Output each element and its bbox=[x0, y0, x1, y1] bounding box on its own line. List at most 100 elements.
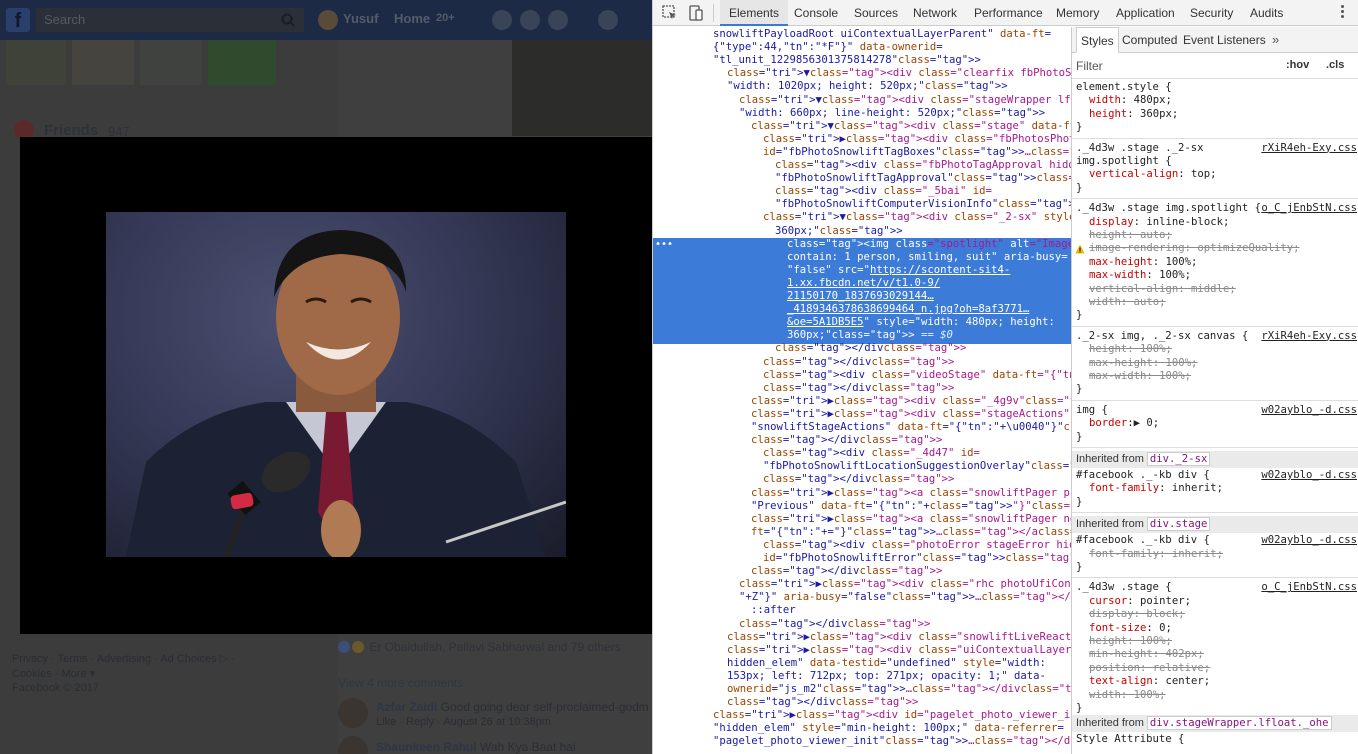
dom-node-line[interactable]: class="tri">▼class="tag"><div class="_2-… bbox=[653, 211, 1071, 224]
dom-node-line[interactable]: class="tag"></divclass="tag">> bbox=[653, 382, 1071, 395]
tab-elements[interactable]: Elements bbox=[720, 0, 789, 26]
css-property[interactable]: height: 100%; bbox=[1072, 635, 1358, 648]
dom-node-line[interactable]: class="tri">▶class="tag"><div class="fbP… bbox=[653, 133, 1071, 146]
view-more-comments-link[interactable]: View 4 more comments bbox=[338, 676, 463, 690]
dom-node-selected[interactable]: contain: 1 person, smiling, suit" aria-b… bbox=[653, 251, 1071, 264]
css-selector[interactable]: element.style { bbox=[1072, 81, 1358, 94]
messages-icon[interactable] bbox=[520, 10, 540, 30]
footer-links[interactable]: Cookies · More ▾ bbox=[12, 667, 95, 680]
css-property[interactable]: height: 360px; bbox=[1072, 108, 1358, 121]
user-name-link[interactable]: Yusuf bbox=[343, 11, 378, 26]
dom-node-selected[interactable]: class="tag"><img class="spotlight" alt="… bbox=[653, 238, 1071, 251]
dom-node-line[interactable]: class="tag"></divclass="tag">> bbox=[653, 473, 1071, 486]
stylesheet-source-link[interactable]: w02ayblo_-d.css bbox=[1261, 469, 1357, 481]
css-property[interactable]: height: 100%; bbox=[1072, 343, 1358, 356]
dom-node-line[interactable]: class="tri">▼class="tag"><div class="cle… bbox=[653, 67, 1071, 80]
dom-node-selected[interactable]: 1.xx.fbcdn.net/v/t1.0-9/ bbox=[653, 277, 1071, 290]
help-icon[interactable] bbox=[598, 10, 618, 30]
dom-node-line[interactable]: "hidden_elem" style="min-height: 100px;"… bbox=[653, 722, 1071, 735]
dom-node-line[interactable]: {"type":44,"tn":"*F"}" data-ownerid= bbox=[653, 41, 1071, 54]
dom-node-line[interactable]: class="tri">▶class="tag"><div class="uiC… bbox=[653, 644, 1071, 657]
dom-node-selected[interactable]: _4189346378638699464_n.jpg?oh=8af3771… bbox=[653, 303, 1071, 316]
home-link[interactable]: Home bbox=[394, 11, 430, 26]
photo-thumbnail[interactable] bbox=[140, 40, 202, 85]
dom-node-line[interactable]: class="tri">▶class="tag"><a class="snowl… bbox=[653, 487, 1071, 500]
more-options-icon[interactable] bbox=[1341, 5, 1345, 21]
dom-node-line[interactable]: "Previous" data-ft="{"tn":"+class="tag">… bbox=[653, 500, 1071, 513]
comment-author[interactable]: Azfar Zaidi bbox=[376, 700, 437, 714]
dom-node-line[interactable]: "tl_unit_1229856301375814278"class="tag"… bbox=[653, 54, 1071, 67]
hover-state-toggle[interactable]: :hov bbox=[1286, 59, 1309, 71]
css-property[interactable]: text-align: center; bbox=[1072, 675, 1358, 688]
stylesheet-source-link[interactable]: o_C_jEnbStN.css bbox=[1261, 581, 1357, 593]
dom-node-line[interactable]: ownerid="js_m2"class="tag">>…class="tag"… bbox=[653, 683, 1071, 696]
comment-actions[interactable]: Like · Reply · August 26 at 10:38pm bbox=[376, 716, 551, 728]
dom-node-line[interactable]: class="tri">▶class="tag"><div class="rhc… bbox=[653, 578, 1071, 591]
class-toggle[interactable]: .cls bbox=[1326, 59, 1344, 71]
dom-node-selected[interactable]: 21150170_1837693029144… bbox=[653, 290, 1071, 303]
css-property[interactable]: max-width: 100%; bbox=[1072, 269, 1358, 282]
friend-requests-icon[interactable] bbox=[492, 10, 512, 30]
dom-node-line[interactable]: 360px;"class="tag">> bbox=[653, 225, 1071, 238]
inherited-selector-link[interactable]: div.stageWrapper.lfloat._ohe bbox=[1146, 716, 1332, 731]
photo-thumbnail[interactable] bbox=[72, 40, 134, 85]
stylesheet-source-link[interactable]: o_C_jEnbStN.css bbox=[1261, 202, 1357, 214]
notifications-icon[interactable] bbox=[548, 10, 568, 30]
tab-network[interactable]: Network bbox=[913, 0, 957, 26]
css-property[interactable]: width: 480px; bbox=[1072, 94, 1358, 107]
dom-tree[interactable]: ••• snowliftPayloadRoot uiContextualLayer… bbox=[653, 27, 1071, 754]
css-property[interactable]: border:▶ 0; bbox=[1072, 417, 1358, 430]
css-property[interactable]: max-height: 100%; bbox=[1072, 256, 1358, 269]
css-property[interactable]: width: auto; bbox=[1072, 296, 1358, 309]
search-input[interactable]: Search bbox=[36, 8, 304, 32]
css-property[interactable]: position: relative; bbox=[1072, 662, 1358, 675]
photo-thumbnail[interactable] bbox=[6, 40, 66, 85]
stylesheet-source-link[interactable]: rXiR4eh-Exy.css bbox=[1261, 330, 1357, 342]
dom-node-selected[interactable]: &oe=5A1DB5E5" style="width: 480px; heigh… bbox=[653, 316, 1071, 329]
dom-node-line[interactable]: class="tag"></divclass="tag">> bbox=[653, 565, 1071, 578]
search-icon[interactable] bbox=[280, 12, 296, 28]
tab-event-listeners[interactable]: Event Listeners bbox=[1183, 27, 1266, 53]
dom-node-line[interactable]: "pagelet_photo_viewer_init"class="tag">>… bbox=[653, 735, 1071, 748]
css-property[interactable]: height: auto; bbox=[1072, 229, 1358, 242]
dom-node-line[interactable]: class="tri">▶class="tag"><div class="_4g… bbox=[653, 395, 1071, 408]
stylesheet-source-link[interactable]: rXiR4eh-Exy.css bbox=[1261, 142, 1357, 154]
dom-node-line[interactable]: snowliftPayloadRoot uiContextualLayerPar… bbox=[653, 28, 1071, 41]
css-property[interactable]: width: 100%; bbox=[1072, 689, 1358, 702]
dom-node-line[interactable]: class="tag"><div class="_5bai" id= bbox=[653, 185, 1071, 198]
commenter-avatar[interactable] bbox=[338, 698, 368, 728]
dom-node-line[interactable]: class="tri">▶class="tag"><a class="snowl… bbox=[653, 513, 1071, 526]
dom-node-line[interactable]: class="tag"><div class="photoError stage… bbox=[653, 539, 1071, 552]
dom-node-line[interactable]: class="tag"></divclass="tag">> bbox=[653, 696, 1071, 709]
dom-node-line[interactable]: class="tri">▼class="tag"><div class="sta… bbox=[653, 120, 1071, 133]
dom-node-line[interactable]: hidden_elem" data-testid="undefined" sty… bbox=[653, 657, 1071, 670]
inherited-selector-link[interactable]: div.stage bbox=[1146, 517, 1211, 532]
css-property[interactable]: font-family: inherit; bbox=[1072, 482, 1358, 495]
dom-node-line[interactable]: ft="{"tn":"+="}"class="tag">>…class="tag… bbox=[653, 526, 1071, 539]
styles-filter-input[interactable]: Filter bbox=[1076, 59, 1103, 73]
tab-application[interactable]: Application bbox=[1116, 0, 1175, 26]
dom-node-line[interactable]: "width: 660px; line-height: 520px;"class… bbox=[653, 107, 1071, 120]
photo-thumbnail[interactable] bbox=[208, 40, 276, 85]
dom-node-line[interactable]: "snowliftStageActions" data-ft="{"tn":"+… bbox=[653, 421, 1071, 434]
tab-security[interactable]: Security bbox=[1190, 0, 1233, 26]
device-toolbar-icon[interactable] bbox=[687, 4, 705, 22]
stylesheet-source-link[interactable]: w02ayblo_-d.css bbox=[1261, 404, 1357, 416]
dom-node-selected[interactable]: "false" src="https://scontent-sit4- bbox=[653, 264, 1071, 277]
css-property[interactable]: image-rendering: optimizeQuality; bbox=[1072, 242, 1358, 255]
dom-node-line[interactable]: "fbPhotoSnowliftTagApproval"class="tag">… bbox=[653, 172, 1071, 185]
css-property[interactable]: vertical-align: middle; bbox=[1072, 283, 1358, 296]
dom-node-line[interactable]: class="tag"><div class="fbPhotoTagApprov… bbox=[653, 159, 1071, 172]
footer-links[interactable]: Privacy · Terms · Advertising · Ad Choic… bbox=[12, 652, 235, 665]
inspect-element-icon[interactable] bbox=[661, 4, 679, 22]
css-property[interactable]: font-size: 0; bbox=[1072, 622, 1358, 635]
dom-node-line[interactable]: class="tri">▶class="tag"><div class="sno… bbox=[653, 631, 1071, 644]
css-property[interactable]: cursor: pointer; bbox=[1072, 595, 1358, 608]
tab-styles[interactable]: Styles bbox=[1076, 27, 1119, 53]
tab-memory[interactable]: Memory bbox=[1056, 0, 1099, 26]
tab-audits[interactable]: Audits bbox=[1250, 0, 1283, 26]
reactions-summary[interactable]: Er Obaidullah, Pallavi Sabharwal and 79 … bbox=[338, 640, 621, 654]
css-property[interactable]: max-height: 100%; bbox=[1072, 357, 1358, 370]
spotlight-photo[interactable] bbox=[106, 212, 566, 557]
dom-node-selected[interactable]: 360px;"class="tag">> == $0 bbox=[653, 329, 1071, 342]
